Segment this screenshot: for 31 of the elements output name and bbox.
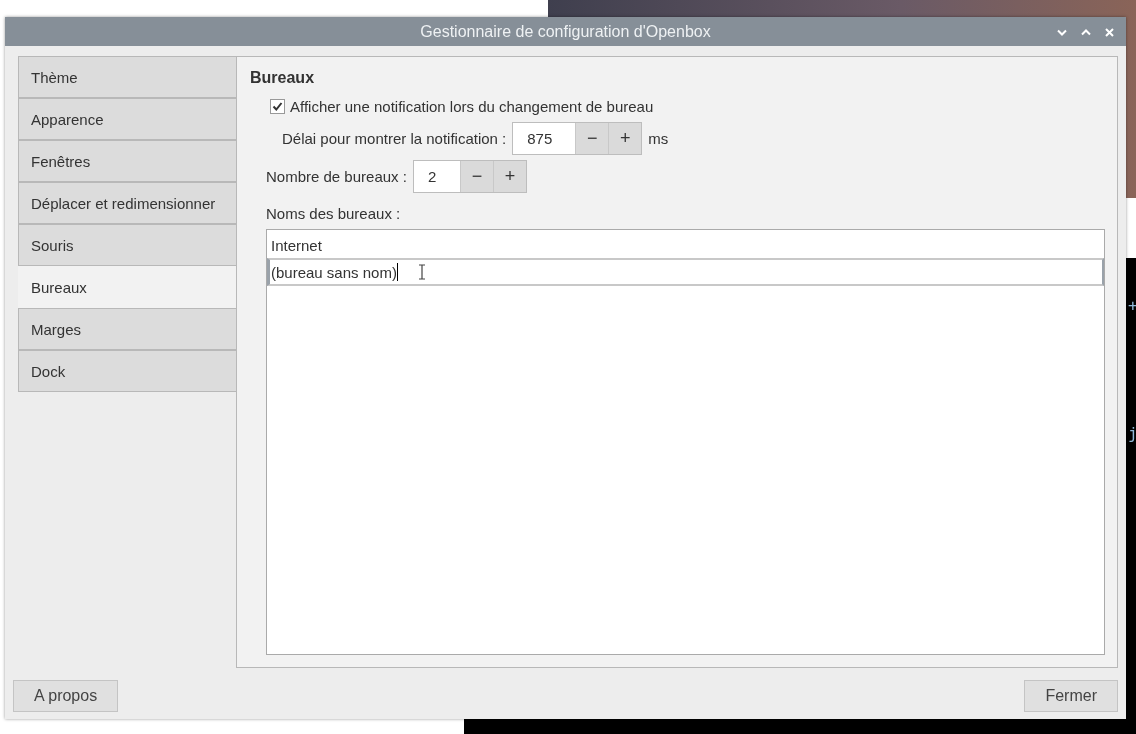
list-item[interactable]: Internet bbox=[267, 232, 1104, 258]
checkbox-label: Afficher une notification lors du changement de bureau bbox=[290, 97, 654, 115]
section-title: Bureaux bbox=[250, 69, 316, 87]
edit-field[interactable]: (bureau sans nom) bbox=[267, 258, 1104, 286]
spin-field[interactable]: 875 − + bbox=[512, 122, 643, 155]
increment-button[interactable]: + bbox=[608, 123, 642, 154]
increment-button[interactable]: + bbox=[492, 161, 526, 192]
about-button[interactable]: A propos bbox=[13, 680, 119, 712]
spin-field[interactable]: 2 − + bbox=[412, 160, 527, 193]
text-cursor-icon bbox=[417, 264, 426, 280]
tab[interactable]: Thème bbox=[18, 56, 236, 98]
tab[interactable]: Fenêtres bbox=[18, 140, 236, 182]
tab[interactable]: Souris bbox=[18, 224, 236, 266]
maximize-icon[interactable] bbox=[1081, 28, 1091, 36]
window-title: Gestionnaire de configuration d'Openbox bbox=[420, 22, 711, 41]
unit-label: ms bbox=[648, 130, 669, 147]
tab[interactable]: Dock bbox=[18, 350, 236, 392]
list-label: Noms des bureaux : bbox=[266, 205, 402, 222]
tab[interactable]: Bureaux bbox=[18, 266, 236, 308]
terminal-text: j bbox=[1128, 424, 1136, 443]
decrement-button[interactable]: − bbox=[575, 123, 609, 154]
decrement-button[interactable]: − bbox=[459, 161, 493, 192]
field-label: Délai pour montrer la notification : bbox=[282, 130, 507, 147]
minimize-icon[interactable] bbox=[1057, 28, 1067, 36]
tab[interactable]: Marges bbox=[18, 308, 236, 350]
close-icon[interactable] bbox=[1105, 27, 1114, 37]
checkbox[interactable] bbox=[270, 98, 285, 114]
tab[interactable]: Apparence bbox=[18, 98, 236, 140]
field-label: Nombre de bureaux : bbox=[266, 168, 407, 185]
close-button[interactable]: Fermer bbox=[1024, 680, 1118, 712]
tab[interactable]: Déplacer et redimensionner bbox=[18, 182, 236, 224]
